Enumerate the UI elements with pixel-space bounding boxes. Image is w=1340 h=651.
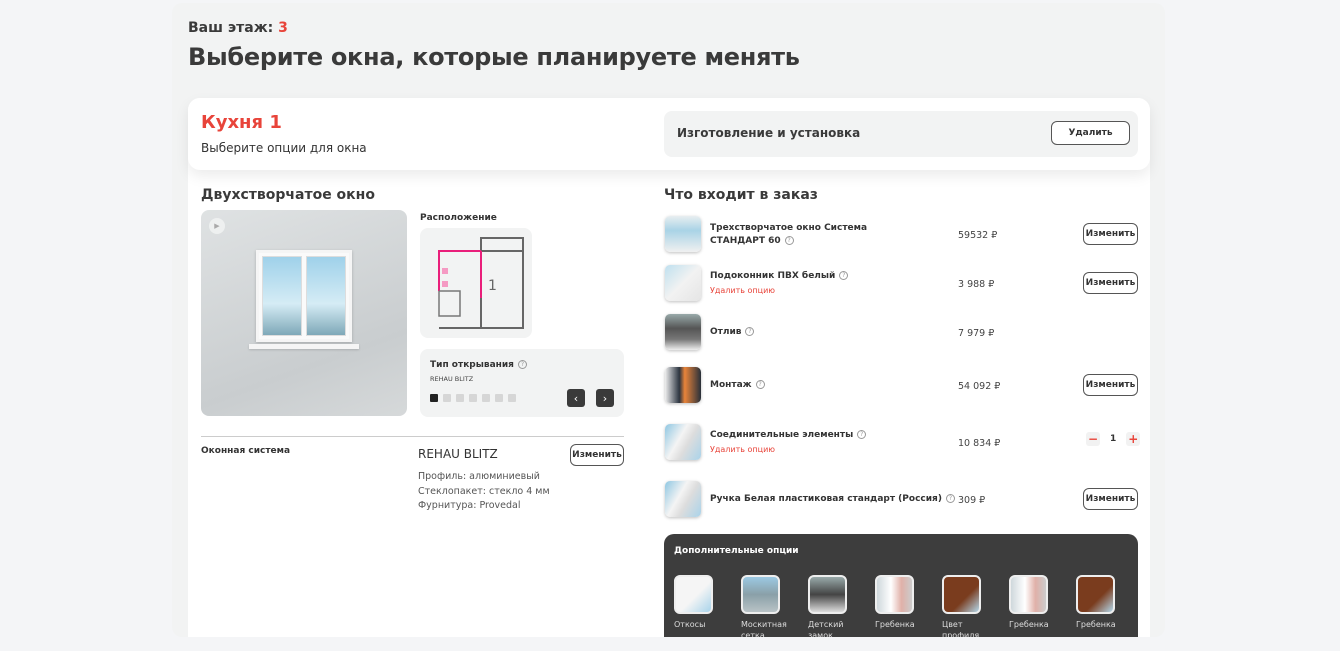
item-thumbnail — [665, 481, 701, 517]
item-name: Ручка Белая пластиковая стандарт (Россия… — [710, 494, 942, 504]
spec-hardware: Фурнитура: Provedal — [418, 500, 521, 511]
item-price: 3 988 ₽ — [958, 279, 995, 290]
help-icon[interactable]: ? — [857, 430, 867, 439]
window-title: Двухстворчатое окно — [201, 187, 375, 203]
item-thumbnail — [665, 265, 701, 301]
order-item: Монтаж? 54 092 ₽ Изменить — [664, 367, 1138, 405]
item-price: 7 979 ₽ — [958, 328, 995, 339]
change-system-button[interactable]: Изменить — [570, 444, 624, 466]
room-name: Кухня 1 — [201, 112, 282, 133]
room-subtitle: Выберите опции для окна — [201, 141, 367, 155]
window-photo: ▶ — [201, 210, 407, 416]
item-price: 10 834 ₽ — [958, 438, 1001, 449]
extra-options-title: Дополнительные опции — [674, 546, 799, 556]
extra-option[interactable]: Москитная сетка — [741, 575, 793, 637]
change-button[interactable]: Изменить — [1083, 488, 1138, 510]
order-item: Трехстворчатое окно Система СТАНДАРТ 60?… — [664, 216, 1138, 254]
spec-profile: Профиль: алюминиевый — [418, 471, 540, 482]
extra-option[interactable]: Гребенка — [1076, 575, 1128, 630]
opening-dot[interactable] — [443, 394, 451, 402]
opening-dot[interactable] — [495, 394, 503, 402]
spec-glass: Стеклопакет: стекло 4 мм — [418, 486, 550, 497]
item-price: 54 092 ₽ — [958, 381, 1001, 392]
system-label: Оконная система — [201, 446, 291, 456]
help-icon[interactable]: ? — [745, 327, 755, 336]
extra-option[interactable]: Детский замок — [808, 575, 860, 637]
service-label: Изготовление и установка — [677, 126, 861, 140]
change-button[interactable]: Изменить — [1083, 374, 1138, 396]
delete-option-link[interactable]: Удалить опцию — [710, 286, 775, 295]
divider — [201, 436, 624, 437]
opening-label: Тип открывания — [430, 360, 514, 370]
play-icon[interactable]: ▶ — [209, 218, 225, 234]
window-image — [256, 250, 352, 342]
quantity-value: 1 — [1110, 434, 1117, 444]
plan-room-number: 1 — [488, 278, 497, 294]
window-sill — [249, 344, 359, 349]
change-button[interactable]: Изменить — [1083, 223, 1138, 245]
extra-option[interactable]: Цвет профиля — [942, 575, 994, 637]
item-price: 309 ₽ — [958, 495, 986, 506]
page-title: Выберите окна, которые планируете менять — [188, 43, 800, 71]
extra-option[interactable]: Гребенка — [1009, 575, 1061, 630]
opening-dots — [430, 394, 516, 402]
opening-type-panel: Тип открывания? REHAU BLITZ ‹ › — [420, 349, 624, 417]
extra-options-panel: Дополнительные опции Откосы Москитная се… — [664, 534, 1138, 637]
minus-button[interactable]: − — [1086, 432, 1100, 446]
help-icon[interactable]: ? — [945, 494, 955, 503]
location-label: Расположение — [420, 213, 497, 223]
service-panel: Изготовление и установка Удалить — [664, 111, 1138, 157]
room-header: Кухня 1 Выберите опции для окна Изготовл… — [188, 98, 1150, 170]
help-icon[interactable]: ? — [755, 380, 765, 389]
item-price: 59532 ₽ — [958, 230, 998, 241]
plus-button[interactable]: + — [1126, 432, 1141, 446]
order-title: Что входит в заказ — [664, 187, 818, 203]
order-item: Ручка Белая пластиковая стандарт (Россия… — [664, 481, 1138, 519]
help-icon[interactable]: ? — [517, 360, 527, 369]
item-name: Отлив — [710, 327, 742, 337]
floor-value: 3 — [278, 20, 288, 36]
change-button[interactable]: Изменить — [1083, 272, 1138, 294]
opening-value: REHAU BLITZ — [430, 375, 474, 383]
system-name: REHAU BLITZ — [418, 447, 498, 461]
order-item: Подоконник ПВХ белый? Удалить опцию 3 98… — [664, 265, 1138, 303]
item-thumbnail — [665, 367, 701, 403]
item-name: Соединительные элементы — [710, 430, 854, 440]
floor-info: Ваш этаж: 3 — [188, 20, 288, 36]
extra-option[interactable]: Откосы — [674, 575, 726, 630]
opening-dot[interactable] — [469, 394, 477, 402]
chevron-right-icon[interactable]: › — [596, 389, 614, 407]
opening-dot[interactable] — [456, 394, 464, 402]
opening-dot[interactable] — [430, 394, 438, 402]
chevron-left-icon[interactable]: ‹ — [567, 389, 585, 407]
delete-service-button[interactable]: Удалить — [1051, 121, 1130, 145]
delete-option-link[interactable]: Удалить опцию — [710, 445, 775, 454]
item-thumbnail — [665, 314, 701, 350]
floor-plan: 1 — [420, 228, 532, 338]
item-name: Монтаж — [710, 380, 752, 390]
order-item: Отлив? 7 979 ₽ — [664, 314, 1138, 352]
quantity-stepper: − 1 + — [1086, 432, 1141, 446]
floor-label: Ваш этаж: — [188, 20, 274, 36]
item-name: Подоконник ПВХ белый — [710, 271, 836, 281]
opening-dot[interactable] — [508, 394, 516, 402]
help-icon[interactable]: ? — [784, 236, 794, 245]
order-item: Соединительные элементы? Удалить опцию 1… — [664, 424, 1141, 462]
page-container: Ваш этаж: 3 Выберите окна, которые плани… — [172, 3, 1165, 637]
item-thumbnail — [665, 424, 701, 460]
window-card: Кухня 1 Выберите опции для окна Изготовл… — [188, 98, 1150, 637]
floor-plan-drawing — [438, 237, 524, 329]
extra-option[interactable]: Гребенка — [875, 575, 927, 630]
item-thumbnail — [665, 216, 701, 252]
help-icon[interactable]: ? — [839, 271, 849, 280]
opening-dot[interactable] — [482, 394, 490, 402]
